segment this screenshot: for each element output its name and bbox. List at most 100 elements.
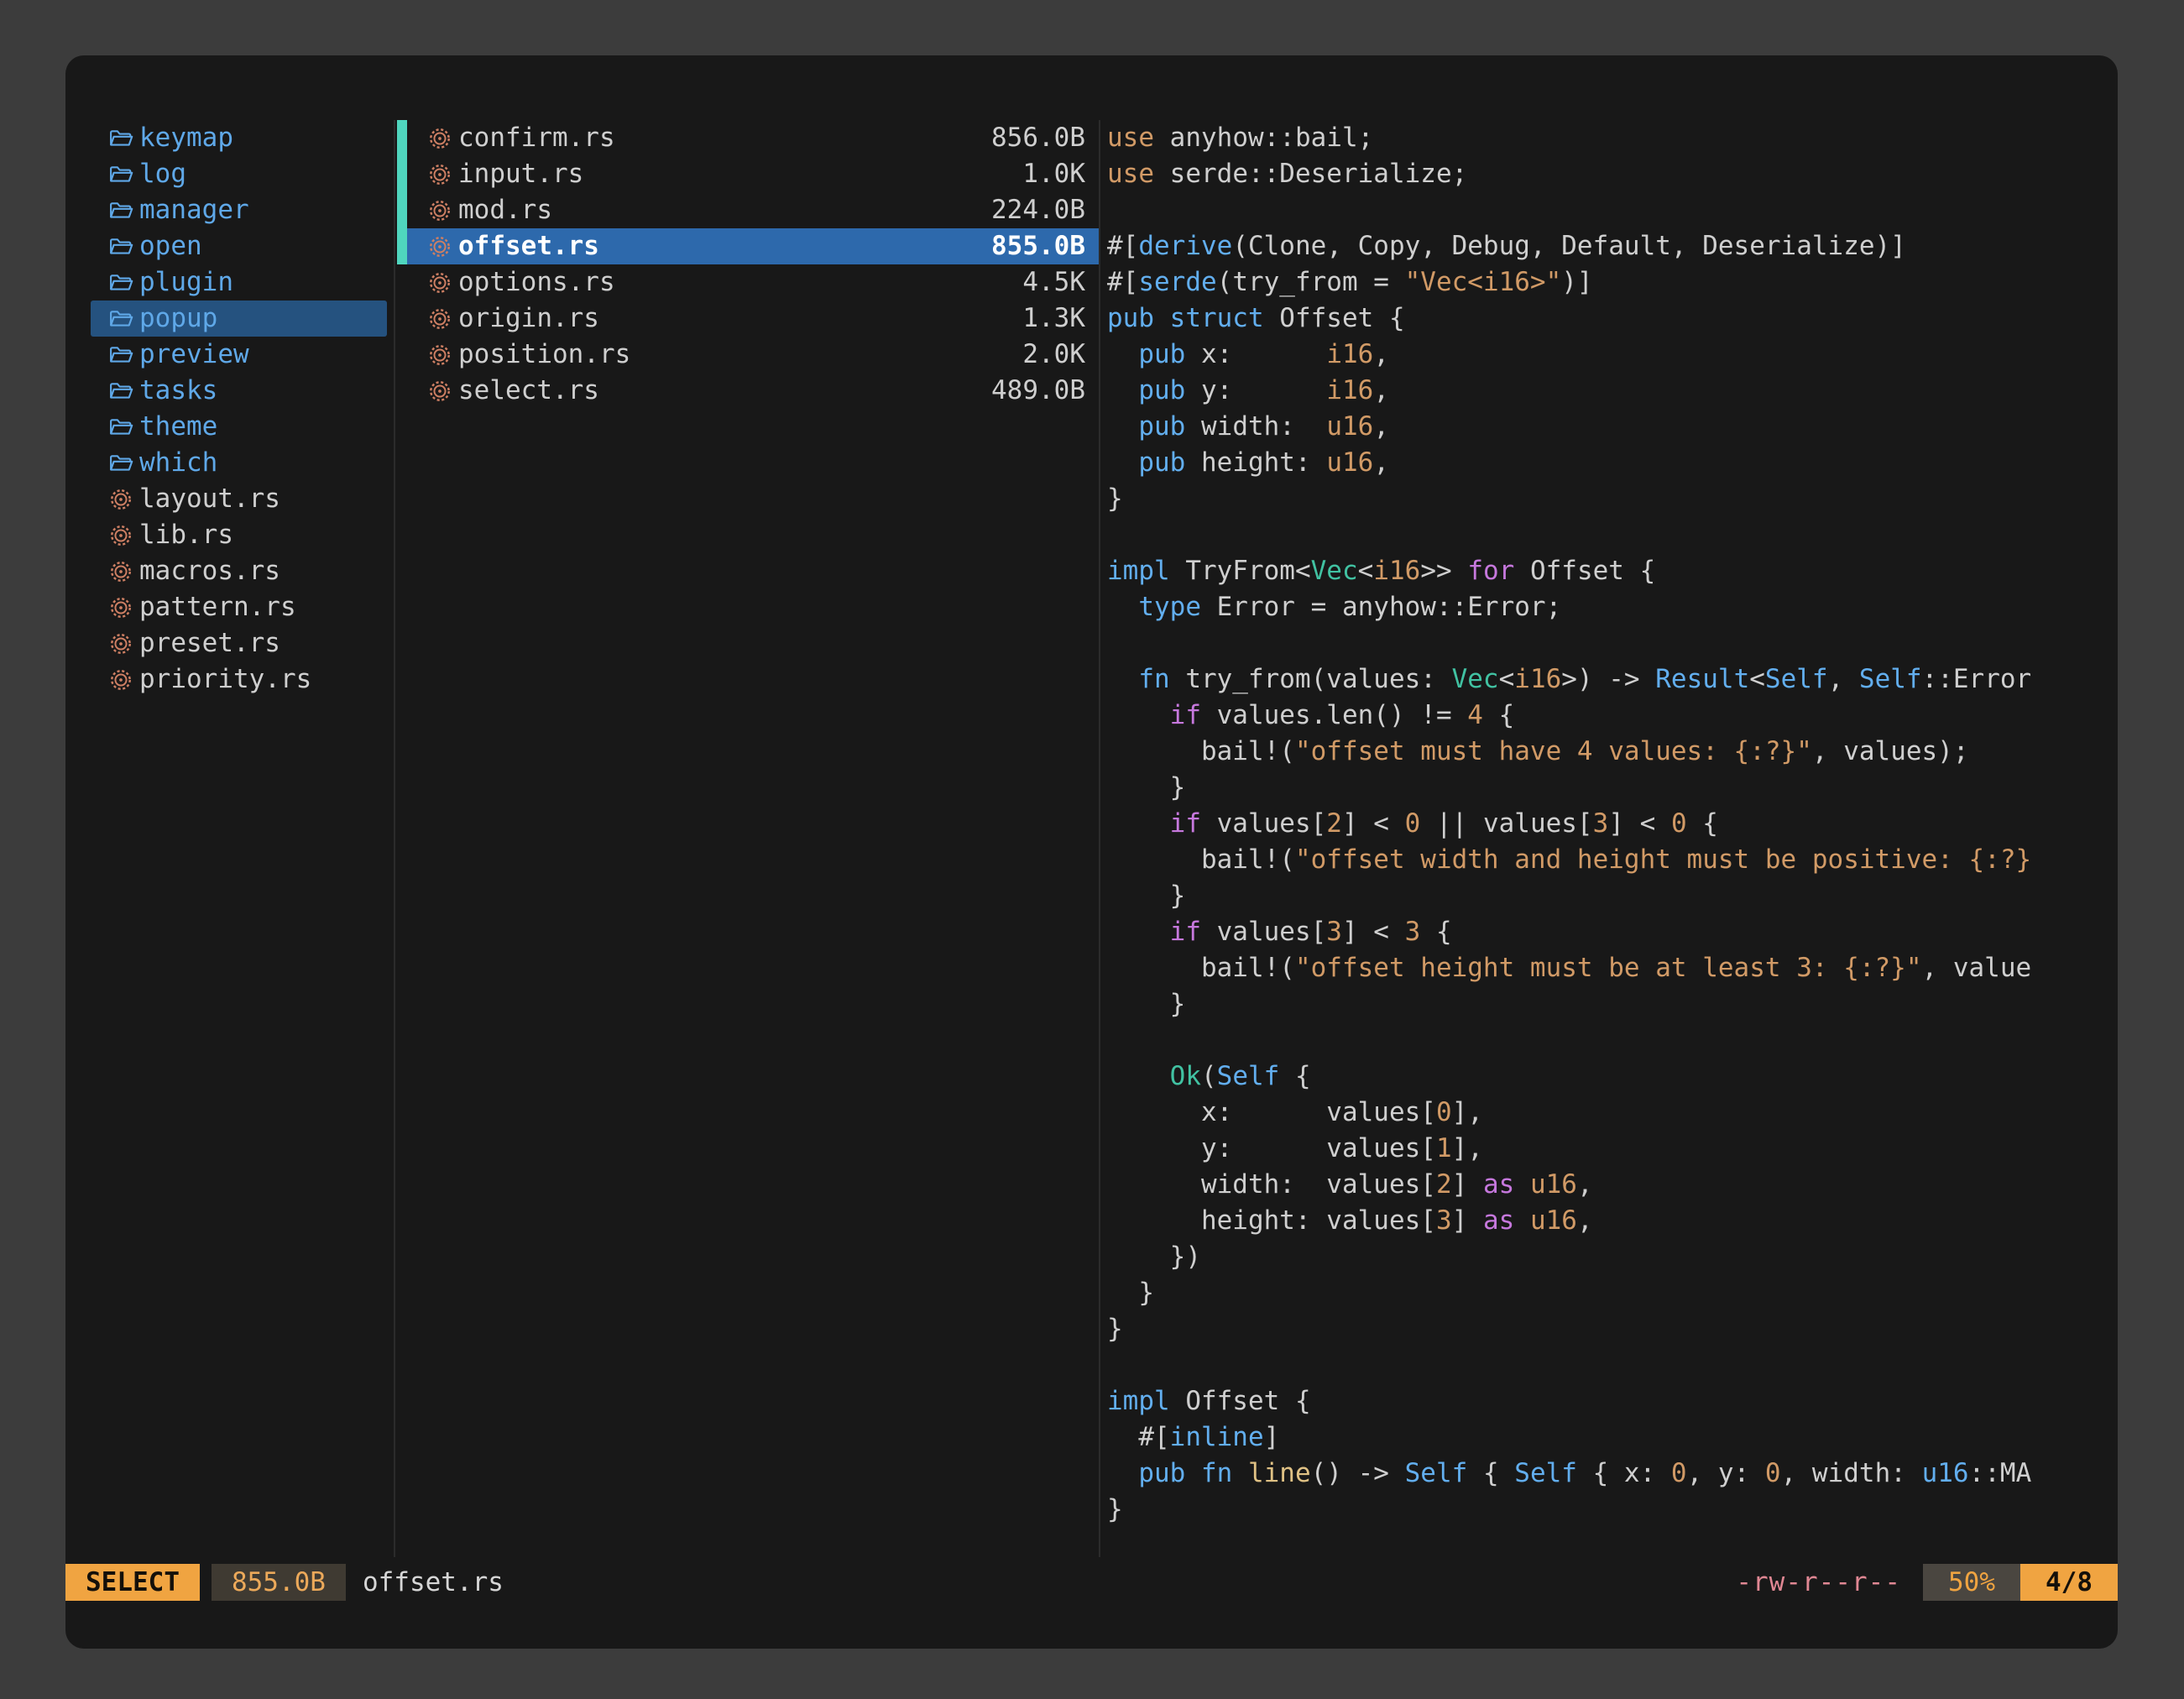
code-line: } bbox=[1107, 1492, 2109, 1528]
entry-name: preset.rs bbox=[139, 625, 280, 661]
code-token: u16 bbox=[1326, 411, 1373, 442]
code-token: Self bbox=[1514, 1458, 1577, 1488]
sidebar-item-layout-rs[interactable]: layout.rs bbox=[91, 481, 387, 517]
code-line: bail!("offset height must be at least 3:… bbox=[1107, 950, 2109, 986]
file-row-content: mod.rs224.0B bbox=[407, 192, 1099, 228]
code-token: { bbox=[1420, 917, 1451, 947]
code-token: )] bbox=[1561, 267, 1592, 297]
sidebar-item-open[interactable]: open bbox=[91, 228, 387, 264]
sidebar-item-lib-rs[interactable]: lib.rs bbox=[91, 517, 387, 553]
code-token: 1 bbox=[1436, 1133, 1452, 1163]
sidebar-item-preset-rs[interactable]: preset.rs bbox=[91, 625, 387, 661]
file-row-content: confirm.rs 856.0B bbox=[407, 120, 1099, 156]
file-row-confirm-rs[interactable]: confirm.rs 856.0B bbox=[397, 120, 1099, 156]
code-line: height: values[3] as u16, bbox=[1107, 1203, 2109, 1239]
parent-pane: keymaplogmanageropenpluginpopuppreviewta… bbox=[65, 120, 394, 698]
code-token: , bbox=[1577, 1169, 1593, 1200]
code-token: u16 bbox=[1530, 1205, 1577, 1236]
code-line bbox=[1107, 625, 2109, 661]
sidebar-item-popup[interactable]: popup bbox=[91, 301, 387, 337]
rust-file-icon bbox=[427, 306, 452, 332]
sidebar-item-plugin[interactable]: plugin bbox=[91, 264, 387, 301]
entry-name: manager bbox=[139, 192, 249, 228]
file-size: 856.0B bbox=[991, 120, 1085, 156]
sidebar-item-manager[interactable]: manager bbox=[91, 192, 387, 228]
code-token: () -> bbox=[1311, 1458, 1405, 1488]
code-line: if values.len() != 4 { bbox=[1107, 698, 2109, 734]
file-size: 1.0K bbox=[1022, 156, 1085, 192]
code-token bbox=[1107, 592, 1138, 622]
code-token: use bbox=[1107, 123, 1154, 153]
code-token: x: values[ bbox=[1107, 1097, 1436, 1127]
code-line: #[derive(Clone, Copy, Debug, Default, De… bbox=[1107, 228, 2109, 264]
sidebar-item-priority-rs[interactable]: priority.rs bbox=[91, 661, 387, 698]
code-token: u16 bbox=[1530, 1169, 1577, 1200]
entry-name: confirm.rs bbox=[458, 120, 615, 156]
code-token: TryFrom< bbox=[1170, 556, 1311, 586]
file-row-position-rs[interactable]: position.rs2.0K bbox=[397, 337, 1099, 373]
sidebar-item-log[interactable]: log bbox=[91, 156, 387, 192]
code-token: pub bbox=[1138, 339, 1185, 369]
status-left: SELECT 855.0B offset.rs bbox=[65, 1564, 504, 1601]
code-token: < bbox=[1749, 664, 1765, 694]
entry-name: position.rs bbox=[458, 337, 630, 373]
code-token: 0 bbox=[1765, 1458, 1781, 1488]
file-row-input-rs[interactable]: input.rs 1.0K bbox=[397, 156, 1099, 192]
sidebar-item-preview[interactable]: preview bbox=[91, 337, 387, 373]
code-token: , bbox=[1373, 447, 1389, 478]
code-line: bail!("offset must have 4 values: {:?}",… bbox=[1107, 734, 2109, 770]
file-row-select-rs[interactable]: select.rs489.0B bbox=[397, 373, 1099, 409]
code-line: bail!("offset width and height must be p… bbox=[1107, 842, 2109, 878]
sidebar-item-pattern-rs[interactable]: pattern.rs bbox=[91, 589, 387, 625]
pane-divider-right bbox=[1099, 120, 1100, 1557]
file-manager-window: keymaplogmanageropenpluginpopuppreviewta… bbox=[65, 55, 2118, 1649]
rust-file-icon bbox=[427, 342, 452, 368]
file-row-content: input.rs 1.0K bbox=[407, 156, 1099, 192]
code-token: as bbox=[1483, 1169, 1514, 1200]
code-token: anyhow::bail; bbox=[1154, 123, 1373, 153]
file-row-mod-rs[interactable]: mod.rs224.0B bbox=[397, 192, 1099, 228]
code-token: height: bbox=[1185, 447, 1326, 478]
code-token: } bbox=[1107, 1278, 1154, 1308]
code-token bbox=[1107, 447, 1138, 478]
code-token: 3 bbox=[1436, 1205, 1452, 1236]
code-token: u16 bbox=[1326, 447, 1373, 478]
code-token: }) bbox=[1107, 1242, 1201, 1272]
entry-name: popup bbox=[139, 301, 217, 337]
code-token: , y: bbox=[1687, 1458, 1765, 1488]
code-line: } bbox=[1107, 481, 2109, 517]
pane-divider-left bbox=[394, 120, 395, 1557]
preview-pane: use anyhow::bail;use serde::Deserialize;… bbox=[1107, 120, 2109, 1528]
code-token: , values); bbox=[1812, 736, 1969, 766]
scroll-percent-badge: 50% bbox=[1923, 1564, 2020, 1601]
file-row-origin-rs[interactable]: origin.rs1.3K bbox=[397, 301, 1099, 337]
code-line: if values[3] < 3 { bbox=[1107, 914, 2109, 950]
code-token: { bbox=[1467, 1458, 1514, 1488]
entry-name: pattern.rs bbox=[139, 589, 296, 625]
code-token: ] bbox=[1264, 1422, 1280, 1452]
code-token bbox=[1107, 664, 1138, 694]
sidebar-item-keymap[interactable]: keymap bbox=[91, 120, 387, 156]
code-token: 0 bbox=[1436, 1097, 1452, 1127]
sidebar-item-which[interactable]: which bbox=[91, 445, 387, 481]
code-token: } bbox=[1107, 772, 1185, 802]
code-token: < bbox=[1499, 664, 1515, 694]
code-token: ( bbox=[1201, 1061, 1217, 1091]
sidebar-item-macros-rs[interactable]: macros.rs bbox=[91, 553, 387, 589]
file-row-offset-rs[interactable]: offset.rs855.0B bbox=[397, 228, 1099, 264]
rust-file-icon bbox=[108, 631, 133, 656]
entry-name: input.rs bbox=[458, 156, 583, 192]
code-token: } bbox=[1107, 1494, 1123, 1524]
sidebar-item-tasks[interactable]: tasks bbox=[91, 373, 387, 409]
code-token bbox=[1107, 411, 1138, 442]
code-token: try_from(values: bbox=[1170, 664, 1452, 694]
sidebar-item-theme[interactable]: theme bbox=[91, 409, 387, 445]
file-row-options-rs[interactable]: options.rs4.5K bbox=[397, 264, 1099, 301]
entry-name: preview bbox=[139, 337, 249, 373]
code-token bbox=[1107, 700, 1170, 730]
code-token: , value bbox=[1922, 953, 2032, 983]
code-token: i16 bbox=[1326, 339, 1373, 369]
entry-name: which bbox=[139, 445, 217, 481]
code-token: line bbox=[1248, 1458, 1311, 1488]
code-line: width: values[2] as u16, bbox=[1107, 1167, 2109, 1203]
